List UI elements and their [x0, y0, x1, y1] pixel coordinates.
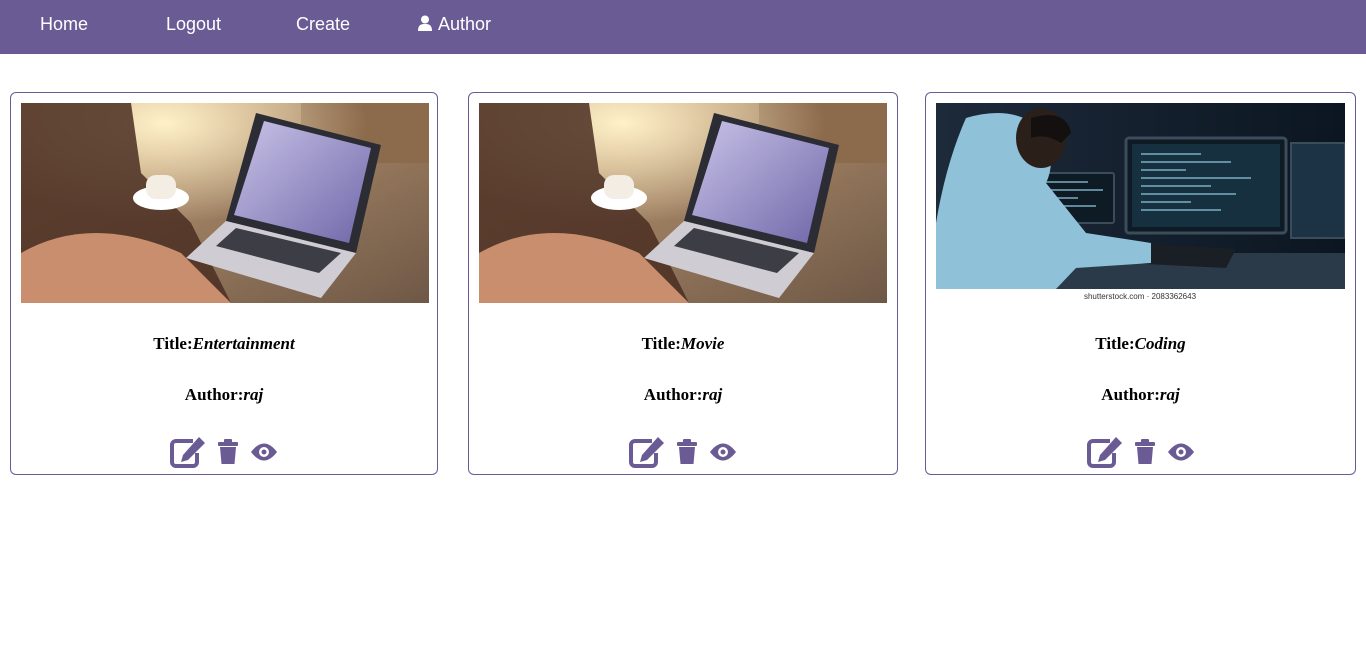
trash-icon[interactable] [677, 439, 697, 465]
navbar: Home Logout Create Author [0, 0, 1366, 54]
edit-icon[interactable] [629, 436, 665, 468]
post-card: Title:Entertainment Author:raj [10, 92, 438, 475]
trash-icon[interactable] [218, 439, 238, 465]
edit-icon[interactable] [1086, 436, 1123, 468]
nav-author-label: Author [438, 14, 492, 34]
post-image [21, 103, 429, 303]
post-author: Author:raj [184, 385, 264, 404]
nav-logout-link[interactable]: Logout [166, 0, 221, 48]
edit-icon[interactable] [170, 436, 206, 468]
post-image [479, 103, 887, 303]
post-image: shutterstock.com · 2083362643 [936, 103, 1345, 303]
eye-icon[interactable] [1167, 442, 1195, 462]
post-card: Title:Movie Author:raj [468, 92, 898, 475]
post-card: shutterstock.com · 2083362643 Title:Codi… [925, 92, 1356, 475]
trash-icon[interactable] [1134, 439, 1155, 465]
card-actions [469, 436, 897, 468]
card-actions [11, 436, 437, 468]
card-actions [926, 436, 1355, 468]
post-author: Author:raj [1101, 385, 1180, 404]
nav-home-link[interactable]: Home [40, 0, 88, 48]
post-title: Title:Entertainment [153, 334, 295, 353]
post-author: Author:raj [643, 385, 723, 404]
svg-text:shutterstock.com · 2083362643: shutterstock.com · 2083362643 [1084, 292, 1197, 301]
post-title: Title:Movie [641, 334, 725, 353]
user-icon [418, 1, 432, 49]
eye-icon[interactable] [709, 442, 737, 462]
nav-author-link[interactable]: Author [418, 0, 491, 48]
eye-icon[interactable] [250, 442, 278, 462]
nav-create-link[interactable]: Create [296, 0, 350, 48]
post-title: Title:Coding [1095, 334, 1186, 353]
